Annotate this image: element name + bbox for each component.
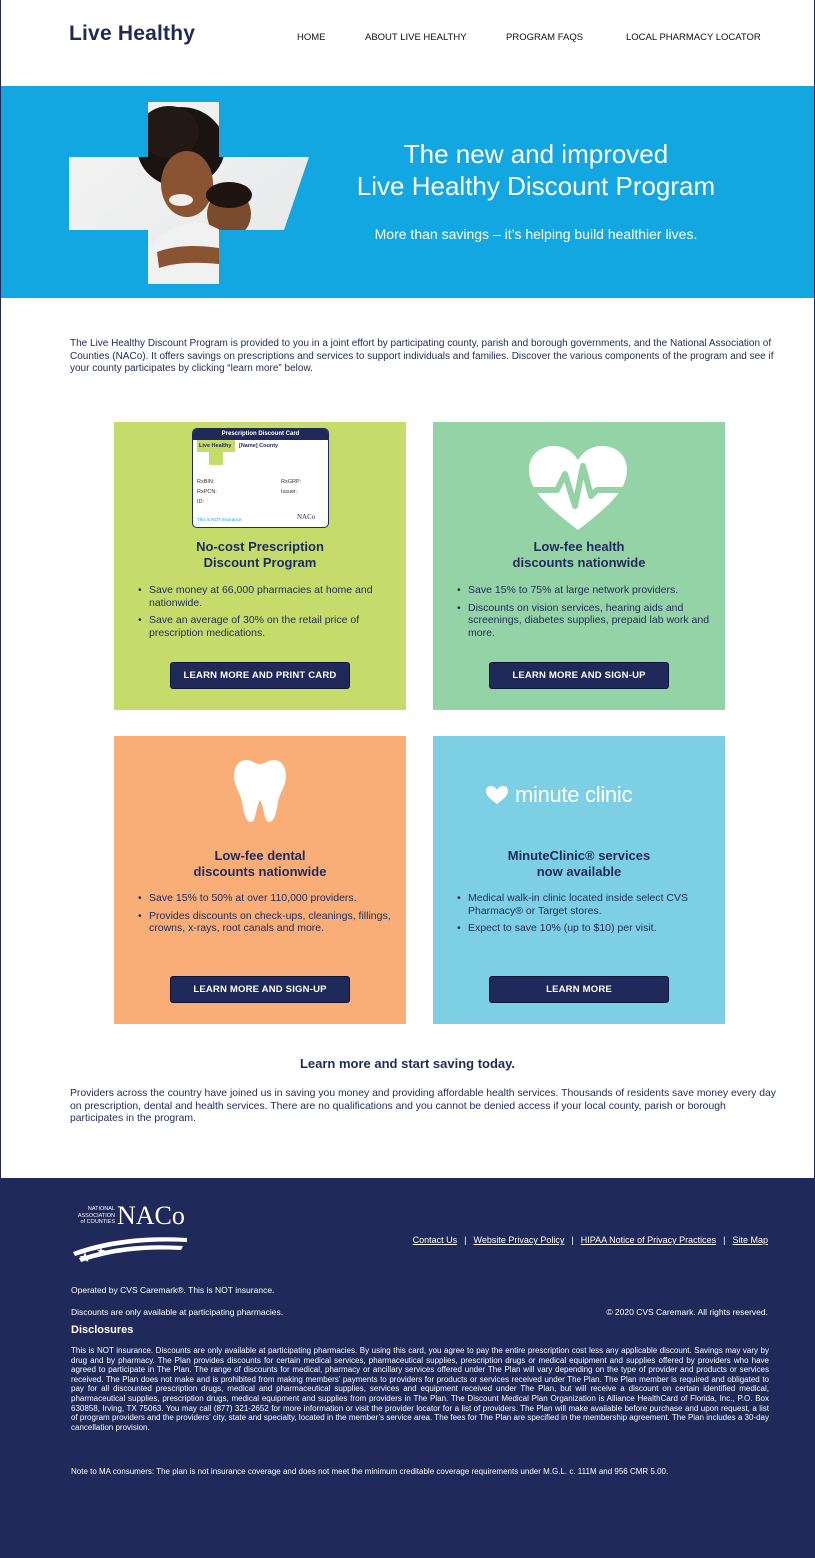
- link-separator: |: [571, 1235, 574, 1245]
- card-heading-line2: discounts nationwide: [512, 555, 646, 570]
- naco-logo: NATIONAL ASSOCIATION of COUNTIES NACo: [71, 1201, 189, 1264]
- link-separator: |: [723, 1235, 726, 1245]
- rx-card-fields-left: RxBIN: RxPCN: ID:: [197, 477, 217, 507]
- list-item: Expect to save 10% (up to $10) per visit…: [455, 922, 710, 935]
- list-item: Save 15% to 50% at over 110,000 provider…: [136, 892, 391, 905]
- disclosures-text: This is NOT insurance. Discounts are onl…: [71, 1346, 769, 1432]
- footer-links: Contact Us | Website Privacy Policy | HIPAA …: [413, 1235, 768, 1245]
- list-item: Save money at 66,000 pharmacies at home …: [136, 584, 391, 609]
- learn-more-print-card-button[interactable]: LEARN MORE AND PRINT CARD: [170, 662, 350, 689]
- card-health: Low-fee health discounts nationwide Save…: [433, 422, 725, 710]
- nav-home[interactable]: HOME: [297, 32, 326, 43]
- rx-field-id: ID:: [197, 499, 205, 505]
- card-heading: Low-fee health discounts nationwide: [433, 539, 725, 571]
- card-prescription: Prescription Discount Card Live Healthy …: [114, 422, 406, 710]
- heart-pulse-icon: [529, 446, 627, 530]
- tooth-icon: [234, 760, 286, 822]
- hero-subtitle: More than savings – it’s helping build h…: [374, 226, 698, 242]
- operated-by-text: Operated by CVS Caremark®. This is NOT i…: [71, 1285, 275, 1295]
- card-heading-line1: Low-fee dental: [214, 848, 306, 863]
- list-item: Medical walk-in clinic located inside se…: [455, 892, 710, 917]
- flag-stripes-icon: [73, 1237, 187, 1262]
- card-bullets: Medical walk-in clinic located inside se…: [455, 892, 710, 940]
- rx-card-brand: Live Healthy: [199, 443, 232, 449]
- heart-icon: [486, 786, 508, 804]
- card-dental: Low-fee dental discounts nationwide Save…: [114, 736, 406, 1024]
- rx-card-header: Prescription Discount Card: [193, 429, 328, 440]
- card-minuteclinic: minute clinic MinuteClinic® services now…: [433, 736, 725, 1024]
- copyright-text: © 2020 CVS Caremark. All rights reserved…: [606, 1307, 768, 1317]
- list-item: Save 15% to 75% at large network provide…: [455, 584, 710, 597]
- prescription-card-image: Prescription Discount Card Live Healthy …: [192, 428, 329, 528]
- site-footer: NATIONAL ASSOCIATION of COUNTIES NACo Co…: [1, 1178, 814, 1558]
- site-logo[interactable]: Live Healthy: [69, 22, 195, 46]
- list-item: Save an average of 30% on the retail pri…: [136, 614, 391, 639]
- site-map-link[interactable]: Site Map: [732, 1235, 768, 1245]
- card-heading-line1: Low-fee health: [533, 539, 625, 554]
- learn-more-paragraph: Providers across the country have joined…: [70, 1088, 776, 1125]
- rx-field-rxpcn: RxPCN:: [197, 489, 217, 495]
- card-heading-line1: MinuteClinic® services: [507, 848, 651, 863]
- naco-logo-small-text: NATIONAL ASSOCIATION of COUNTIES: [71, 1206, 115, 1226]
- learn-more-heading: Learn more and start saving today.: [299, 1056, 516, 1071]
- contact-us-link[interactable]: Contact Us: [413, 1235, 458, 1245]
- website-privacy-policy-link[interactable]: Website Privacy Policy: [474, 1235, 565, 1245]
- hero-banner: The new and improved Live Healthy Discou…: [1, 86, 814, 298]
- disclosures-heading: Disclosures: [71, 1324, 134, 1336]
- card-heading-line2: Discount Program: [203, 555, 317, 570]
- hero-title-line1: The new and improved: [403, 139, 669, 169]
- rx-card-naco-logo: NACo: [297, 513, 316, 521]
- rx-card-county: [Name] County: [239, 443, 279, 449]
- card-bullets: Save 15% to 50% at over 110,000 provider…: [136, 892, 391, 940]
- intro-paragraph: The Live Healthy Discount Program is pro…: [70, 338, 774, 374]
- list-item: Provides discounts on check-ups, cleanin…: [136, 910, 391, 935]
- participating-text: Discounts are only available at particip…: [71, 1307, 284, 1317]
- rx-card-note: This is NOT insurance.: [197, 517, 243, 522]
- rx-field-rxbin: RxBIN:: [197, 479, 215, 485]
- rx-card-fields-right: RxGRP: Issuer:: [281, 477, 301, 497]
- naco-logo-line3: of COUNTIES: [80, 1219, 115, 1225]
- card-heading: Low-fee dental discounts nationwide: [114, 848, 406, 880]
- card-heading-line2: now available: [536, 864, 622, 879]
- naco-logo-wordmark: NACo: [117, 1201, 185, 1230]
- mother-child-photo: [69, 102, 309, 284]
- list-item: Discounts on vision services, hearing ai…: [455, 602, 710, 640]
- card-heading: No-cost Prescription Discount Program: [114, 539, 406, 571]
- rx-field-issuer: Issuer:: [281, 489, 298, 495]
- card-heading: MinuteClinic® services now available: [433, 848, 725, 880]
- card-heading-line2: discounts nationwide: [193, 864, 327, 879]
- site-header: Live Healthy HOME ABOUT LIVE HEALTHY PRO…: [1, 0, 814, 86]
- learn-more-signup-dental-button[interactable]: LEARN MORE AND SIGN-UP: [170, 976, 350, 1003]
- card-heading-line1: No-cost Prescription: [196, 539, 324, 554]
- card-bullets: Save 15% to 75% at large network provide…: [455, 584, 710, 644]
- minute-clinic-wordmark: minute clinic: [515, 782, 633, 807]
- ma-consumers-note: Note to MA consumers: The plan is not in…: [71, 1467, 669, 1476]
- learn-more-minuteclinic-button[interactable]: LEARN MORE: [489, 976, 669, 1003]
- hero-title-line2: Live Healthy Discount Program: [356, 171, 716, 201]
- rx-field-rxgrp: RxGRP:: [281, 479, 302, 485]
- card-bullets: Save money at 66,000 pharmacies at home …: [136, 584, 391, 644]
- nav-faqs[interactable]: PROGRAM FAQS: [506, 32, 583, 43]
- link-separator: |: [464, 1235, 467, 1245]
- nav-about[interactable]: ABOUT LIVE HEALTHY: [365, 32, 467, 43]
- learn-more-signup-health-button[interactable]: LEARN MORE AND SIGN-UP: [489, 662, 669, 689]
- nav-pharmacy-locator[interactable]: LOCAL PHARMACY LOCATOR: [626, 32, 761, 43]
- hipaa-notice-link[interactable]: HIPAA Notice of Privacy Practices: [581, 1235, 716, 1245]
